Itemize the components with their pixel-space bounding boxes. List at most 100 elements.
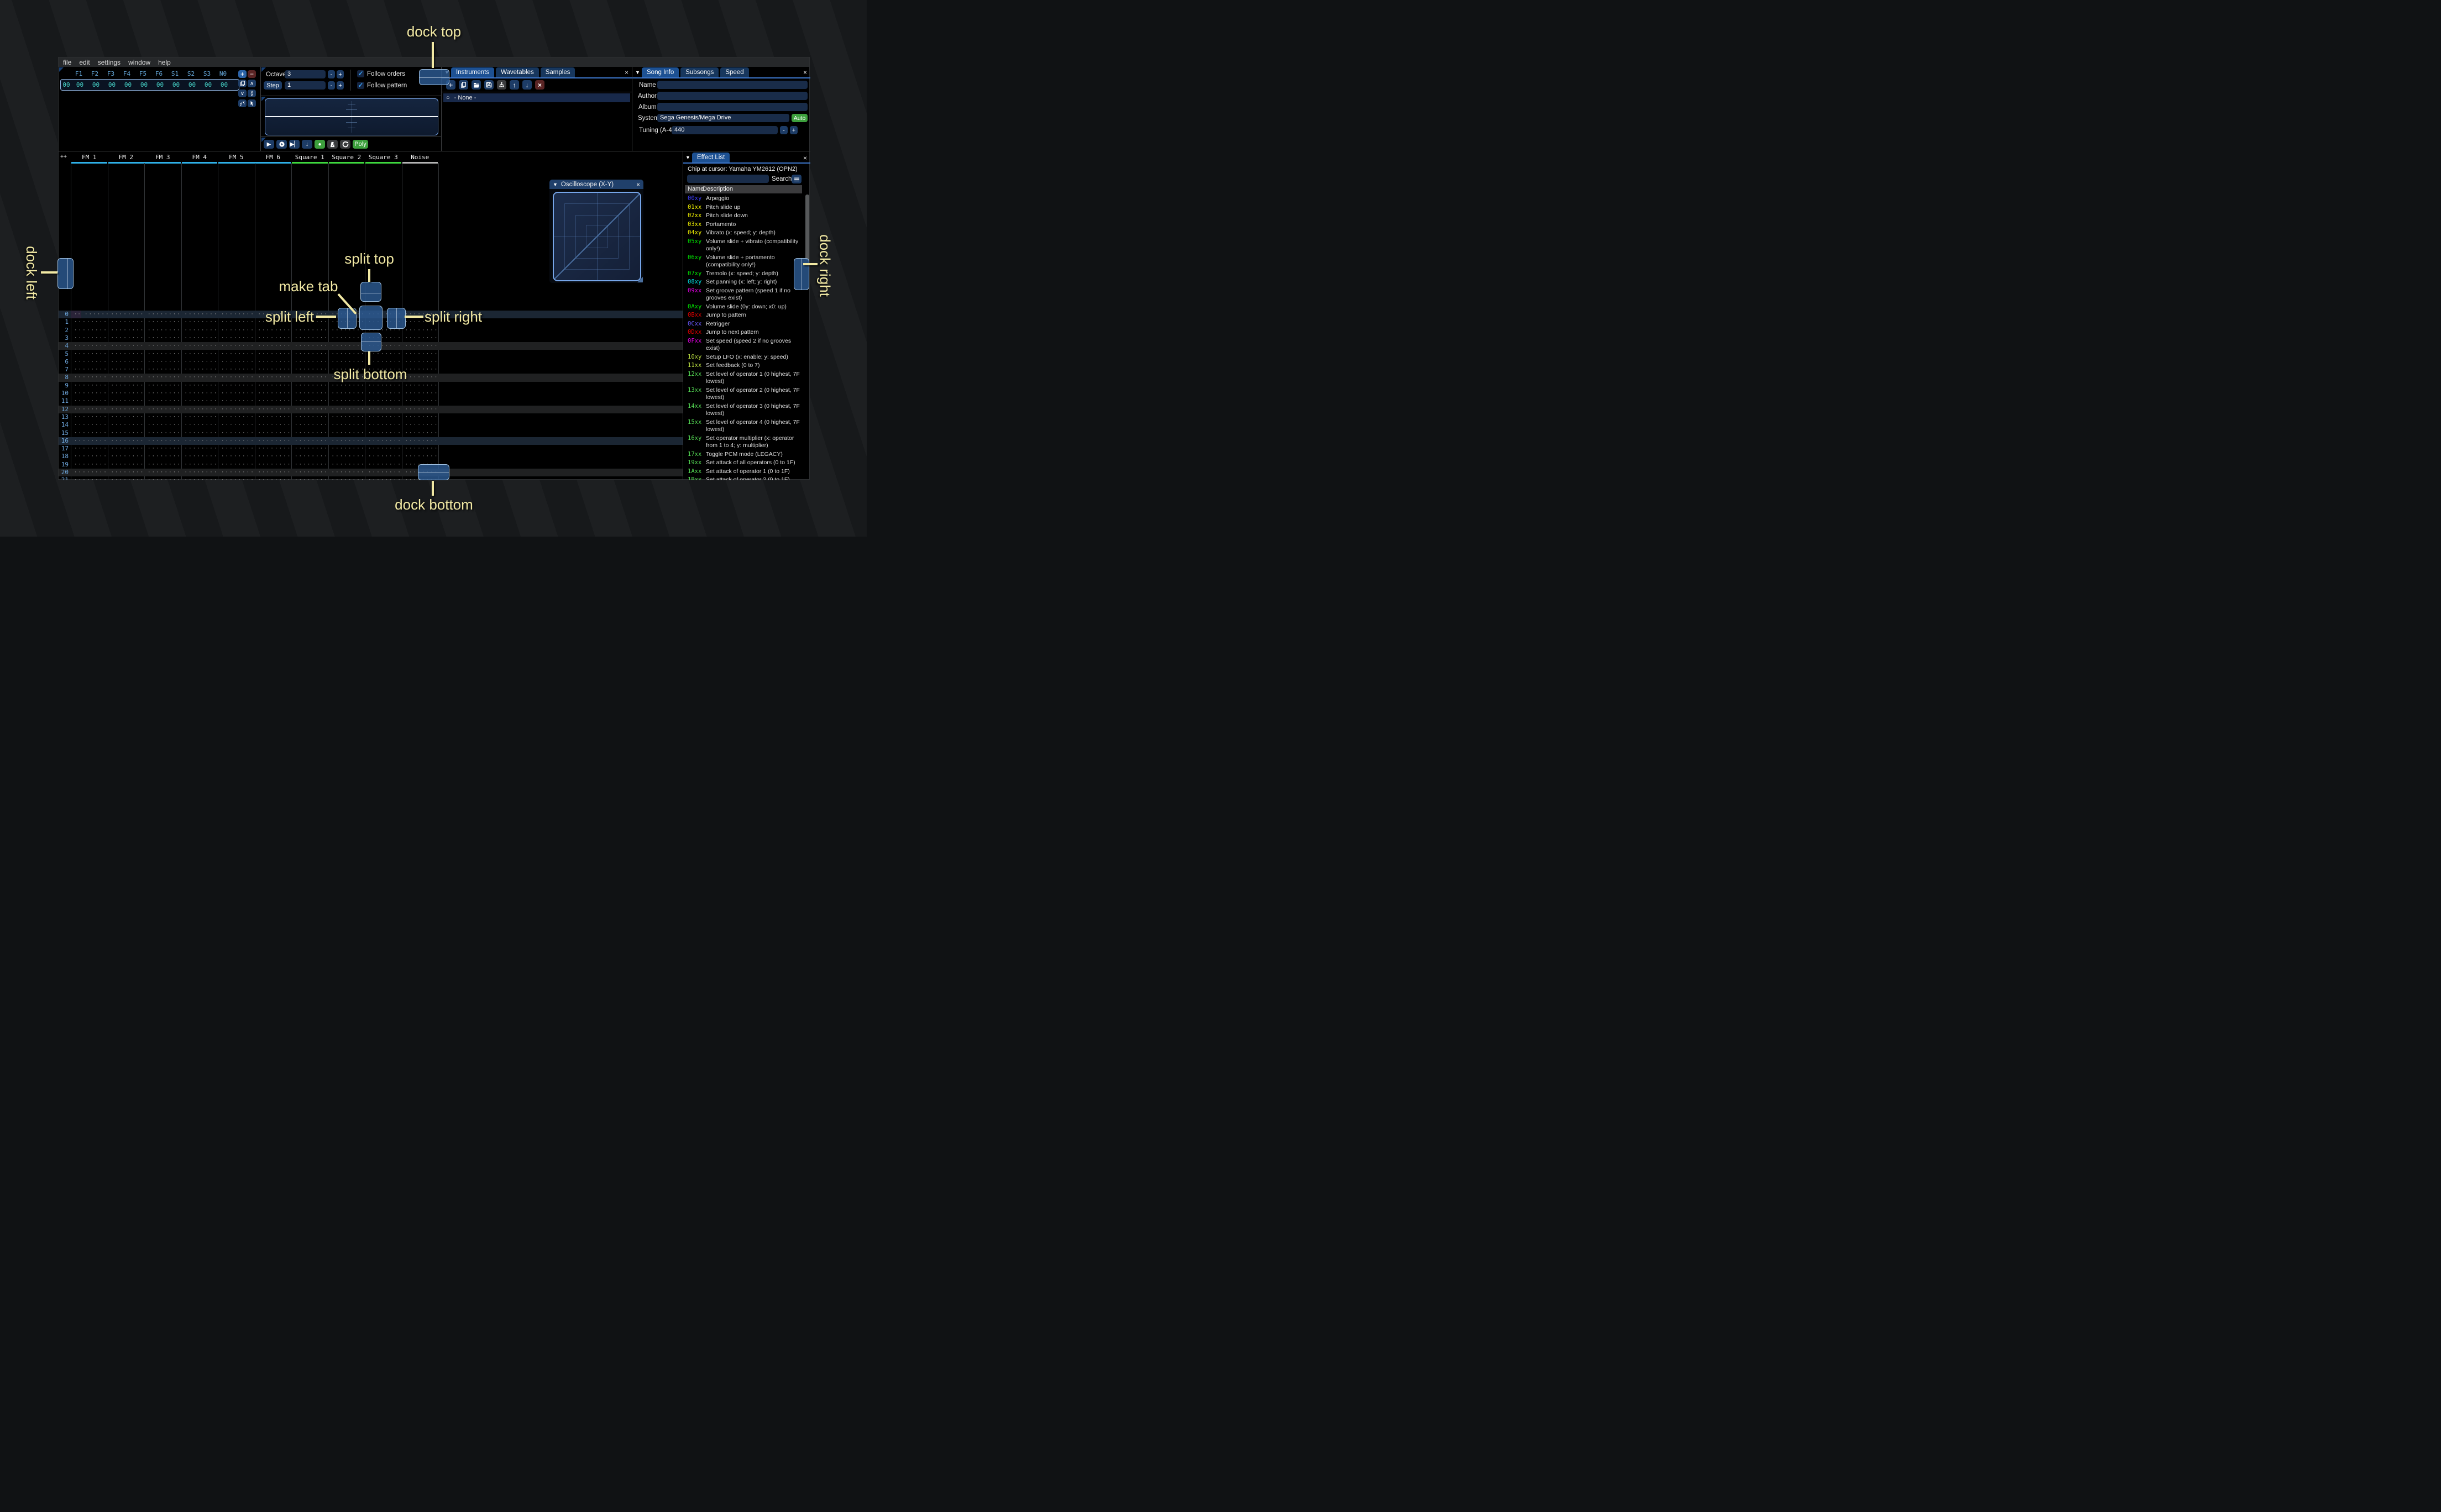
close-icon[interactable]: × xyxy=(636,181,640,188)
pattern-cell[interactable]: ·········· xyxy=(291,327,328,334)
pattern-cell[interactable]: ·········· xyxy=(144,421,181,429)
pattern-cell[interactable]: ·········· xyxy=(365,406,402,413)
effect-row-02xx[interactable]: 02xx Pitch slide down xyxy=(688,212,803,221)
pattern-cell[interactable]: ·········· xyxy=(181,406,218,413)
pattern-cell[interactable]: ·········· xyxy=(71,445,108,453)
pattern-cell[interactable]: ··· xyxy=(71,311,81,319)
pattern-cell[interactable]: ·········· xyxy=(181,327,218,334)
pattern-cell[interactable]: ·········· xyxy=(108,476,145,480)
song-name-input[interactable] xyxy=(657,81,808,89)
octave-plus-button[interactable]: + xyxy=(337,70,344,78)
pattern-cell[interactable]: ·········· xyxy=(71,334,108,342)
effect-row-01xx[interactable]: 01xx Pitch slide up xyxy=(688,203,803,212)
pattern-cell[interactable]: ·········· xyxy=(402,334,439,342)
metronome-button[interactable] xyxy=(327,140,338,149)
effect-row-03xx[interactable]: 03xx Portamento xyxy=(688,221,803,229)
instrument-move-down-icon[interactable]: ↓ xyxy=(522,80,532,90)
channel-header-fm-3[interactable]: FM 3 xyxy=(144,153,181,162)
pattern-cell[interactable]: ·········· xyxy=(365,413,402,421)
tab-instruments[interactable]: Instruments xyxy=(451,67,495,77)
pattern-cell[interactable]: ·········· xyxy=(71,429,108,437)
play-one-row-button[interactable]: ▶▏ xyxy=(289,140,300,149)
channel-header-fm-2[interactable]: FM 2 xyxy=(108,153,145,162)
orders-channel-header[interactable]: F6 xyxy=(151,70,167,78)
pattern-cell[interactable]: ·········· xyxy=(328,342,365,350)
instrument-move-up-icon[interactable]: ↑ xyxy=(510,80,519,90)
orders-channel-header[interactable]: F1 xyxy=(71,70,87,78)
pattern-row-21[interactable]: 21······································… xyxy=(59,476,683,480)
effect-row-10xy[interactable]: 10xy Setup LFO (x: enable; y: speed) xyxy=(688,353,803,362)
tab-song-info[interactable]: Song Info xyxy=(642,67,679,77)
pattern-cell[interactable]: ·········· xyxy=(181,374,218,381)
close-icon[interactable]: × xyxy=(803,69,807,76)
pattern-cell[interactable]: ·········· xyxy=(291,476,328,480)
effect-row-00xy[interactable]: 00xy Arpeggio xyxy=(688,195,803,203)
pattern-cell[interactable]: ·········· xyxy=(291,374,328,381)
pattern-row-10[interactable]: 10 ········ ········ ········ ········ ······… xyxy=(59,390,683,397)
follow-pattern-checkbox[interactable]: ✓ xyxy=(357,82,364,89)
orders-selected-row[interactable]: 00 00 00 00 00 00 00 00 00 00 00 xyxy=(60,79,239,91)
pattern-cell[interactable]: ·········· xyxy=(402,413,439,421)
menu-item-file[interactable]: file xyxy=(63,59,71,66)
pattern-cell[interactable]: ·········· xyxy=(218,342,255,350)
pattern-cell[interactable]: ·········· xyxy=(291,421,328,429)
effect-row-16xy[interactable]: 16xy Set operator multiplier (x: operator… xyxy=(688,434,803,450)
pattern-cell[interactable]: ·········· xyxy=(291,445,328,453)
orders-channel-header[interactable]: S3 xyxy=(199,70,215,78)
effect-row-04xy[interactable]: 04xy Vibrato (x: speed; y: depth) xyxy=(688,229,803,238)
pattern-cell[interactable]: ·········· xyxy=(108,445,145,453)
menu-item-settings[interactable]: settings xyxy=(98,59,121,66)
pattern-cell[interactable]: ·········· xyxy=(108,358,145,366)
octave-minus-button[interactable]: - xyxy=(328,70,335,78)
pattern-cell[interactable]: ·········· xyxy=(181,461,218,469)
pattern-cell[interactable]: ·········· xyxy=(402,437,439,445)
effect-row-09xx[interactable]: 09xx Set groove pattern (speed 1 if no gr… xyxy=(688,287,803,303)
pattern-cell[interactable]: ·········· xyxy=(402,406,439,413)
pattern-cell[interactable]: ·········· xyxy=(144,390,181,397)
pattern-cell[interactable]: ·········· xyxy=(328,358,365,366)
pattern-cell[interactable]: ·········· xyxy=(108,429,145,437)
pattern-cell[interactable]: ·········· xyxy=(218,358,255,366)
pattern-cell[interactable]: ·········· xyxy=(255,406,292,413)
orders-channel-header[interactable]: F2 xyxy=(87,70,103,78)
pattern-cell[interactable]: ·········· xyxy=(328,390,365,397)
effect-search-input[interactable] xyxy=(687,175,769,183)
pattern-cell[interactable]: ·········· xyxy=(255,413,292,421)
step-one-row-button[interactable]: ↓ xyxy=(302,140,312,149)
follow-orders-checkbox[interactable]: ✓ xyxy=(357,70,364,77)
pattern-cell[interactable]: ·········· xyxy=(291,461,328,469)
pattern-cell[interactable]: ·········· xyxy=(108,342,145,350)
pattern-cell[interactable]: ·········· xyxy=(108,318,145,326)
octave-input[interactable]: 3 xyxy=(285,70,326,78)
pattern-cell[interactable]: ·········· xyxy=(291,334,328,342)
edit-record-button[interactable]: ● xyxy=(315,140,325,149)
pattern-cell[interactable]: ·········· xyxy=(144,366,181,374)
pattern-cell[interactable]: ·········· xyxy=(108,334,145,342)
pattern-cell[interactable]: ·········· xyxy=(144,406,181,413)
effect-table-header[interactable]: Name Description xyxy=(685,185,802,193)
pattern-cell[interactable]: ·········· xyxy=(328,476,365,480)
pattern-cell[interactable]: ·········· xyxy=(255,374,292,381)
pattern-cell[interactable]: ·········· xyxy=(71,413,108,421)
play-from-beginning-button[interactable] xyxy=(276,140,287,149)
pattern-cell[interactable]: ·········· xyxy=(144,469,181,476)
pattern-cell[interactable]: ·········· xyxy=(328,350,365,358)
effect-row-07xy[interactable]: 07xy Tremolo (x: speed; y: depth) xyxy=(688,270,803,279)
pattern-cell[interactable]: ·········· xyxy=(218,350,255,358)
pattern-cell[interactable]: ·········· xyxy=(328,469,365,476)
effect-row-19xx[interactable]: 19xx Set attack of all operators (0 to 1F… xyxy=(688,459,803,468)
pattern-cell[interactable]: ·········· xyxy=(71,382,108,390)
pattern-cell[interactable]: ·········· xyxy=(181,390,218,397)
order-cell[interactable]: 00 xyxy=(168,81,184,88)
pattern-cell[interactable]: ·········· xyxy=(255,350,292,358)
oscilloscope-xy-window[interactable]: ▼ Oscilloscope (X-Y) × xyxy=(549,180,643,283)
step-minus-button[interactable]: - xyxy=(328,81,335,90)
repeat-pattern-button[interactable] xyxy=(340,140,350,149)
pattern-cell[interactable]: ·········· xyxy=(218,453,255,460)
pattern-cell[interactable]: ·········· xyxy=(144,461,181,469)
pattern-cell[interactable]: ·········· xyxy=(291,406,328,413)
pattern-cell[interactable]: ·········· xyxy=(181,429,218,437)
order-cell[interactable]: 00 xyxy=(120,81,136,88)
pattern-cell[interactable]: ·········· xyxy=(255,476,292,480)
pattern-cell[interactable]: ·········· xyxy=(218,311,255,318)
